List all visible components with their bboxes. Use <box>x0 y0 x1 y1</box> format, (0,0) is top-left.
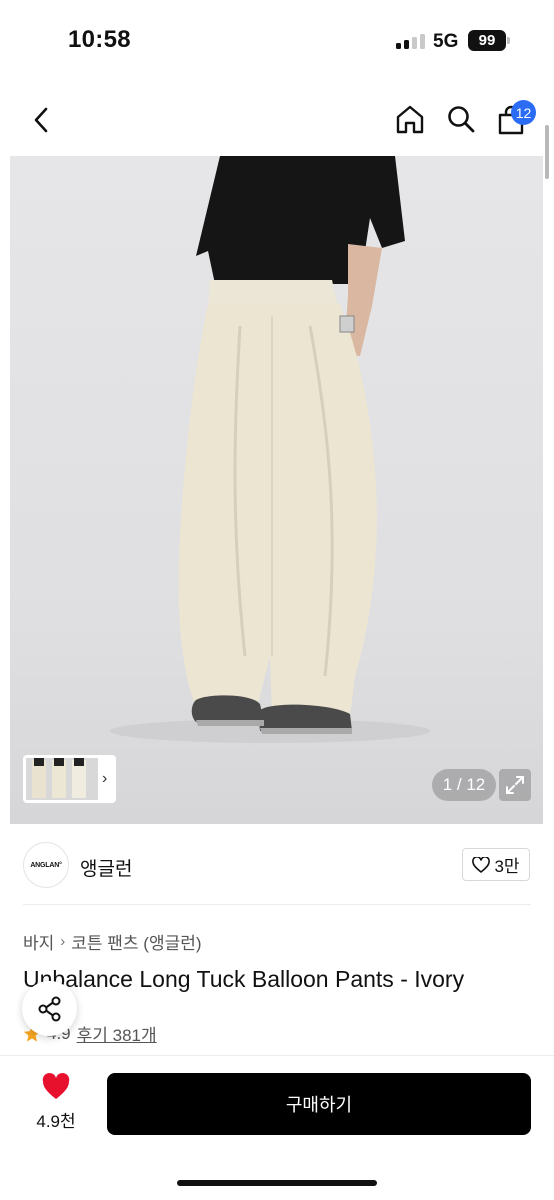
image-counter: 1 / 12 <box>432 769 496 801</box>
expand-button[interactable] <box>499 769 531 801</box>
reviews-link[interactable]: 후기 381개 <box>77 1021 157 1046</box>
brand-like-count: 3만 <box>494 857 520 876</box>
share-button[interactable] <box>22 981 77 1036</box>
heart-filled-icon <box>42 1073 70 1099</box>
thumbnail-image[interactable] <box>26 758 98 800</box>
brand-like-button[interactable]: 3만 <box>462 848 530 881</box>
brand-name[interactable]: 앵글런 <box>80 854 132 881</box>
network-type: 5G <box>433 31 459 52</box>
thumbnail-photo <box>26 758 98 800</box>
brand-logo[interactable]: ANGLAN° <box>23 842 69 888</box>
home-button[interactable] <box>392 101 428 137</box>
chevron-right-icon: › <box>102 770 108 787</box>
chevron-left-icon <box>34 107 48 133</box>
search-button[interactable] <box>443 101 479 137</box>
scrollbar[interactable] <box>545 125 549 179</box>
search-icon <box>448 106 475 133</box>
battery-cap <box>507 37 510 44</box>
breadcrumb: 바지 › 코튼 팬츠 (앵글런) <box>23 929 202 954</box>
status-bar: 10:58 5G 99 <box>0 0 554 84</box>
product-photo <box>110 156 430 743</box>
home-indicator <box>177 1180 377 1186</box>
battery-icon: 99 <box>468 30 506 51</box>
buy-button[interactable]: 구매하기 <box>107 1073 531 1135</box>
wishlist-button[interactable]: 4.9천 <box>26 1073 86 1132</box>
divider <box>23 904 531 905</box>
thumbnail-strip[interactable]: › <box>23 755 116 803</box>
heart-outline-icon <box>472 856 491 873</box>
back-button[interactable] <box>24 102 58 138</box>
breadcrumb-item-pants[interactable]: 바지 <box>23 929 54 954</box>
breadcrumb-item-cotton-pants[interactable]: 코튼 팬츠 (앵글런) <box>71 929 201 954</box>
product-image[interactable] <box>10 156 543 824</box>
chevron-right-icon: › <box>60 933 66 950</box>
wishlist-count: 4.9천 <box>36 1112 76 1131</box>
battery-level: 99 <box>478 32 496 49</box>
product-title: Unbalance Long Tuck Balloon Pants - Ivor… <box>23 966 465 992</box>
brand-row: ANGLAN° 앵글런 3만 <box>0 824 554 904</box>
share-icon <box>38 996 60 1021</box>
status-time: 10:58 <box>68 26 131 53</box>
expand-icon <box>506 776 524 794</box>
signal-icon <box>396 33 425 49</box>
cart-count-badge: 12 <box>511 100 536 125</box>
home-icon <box>396 105 424 134</box>
